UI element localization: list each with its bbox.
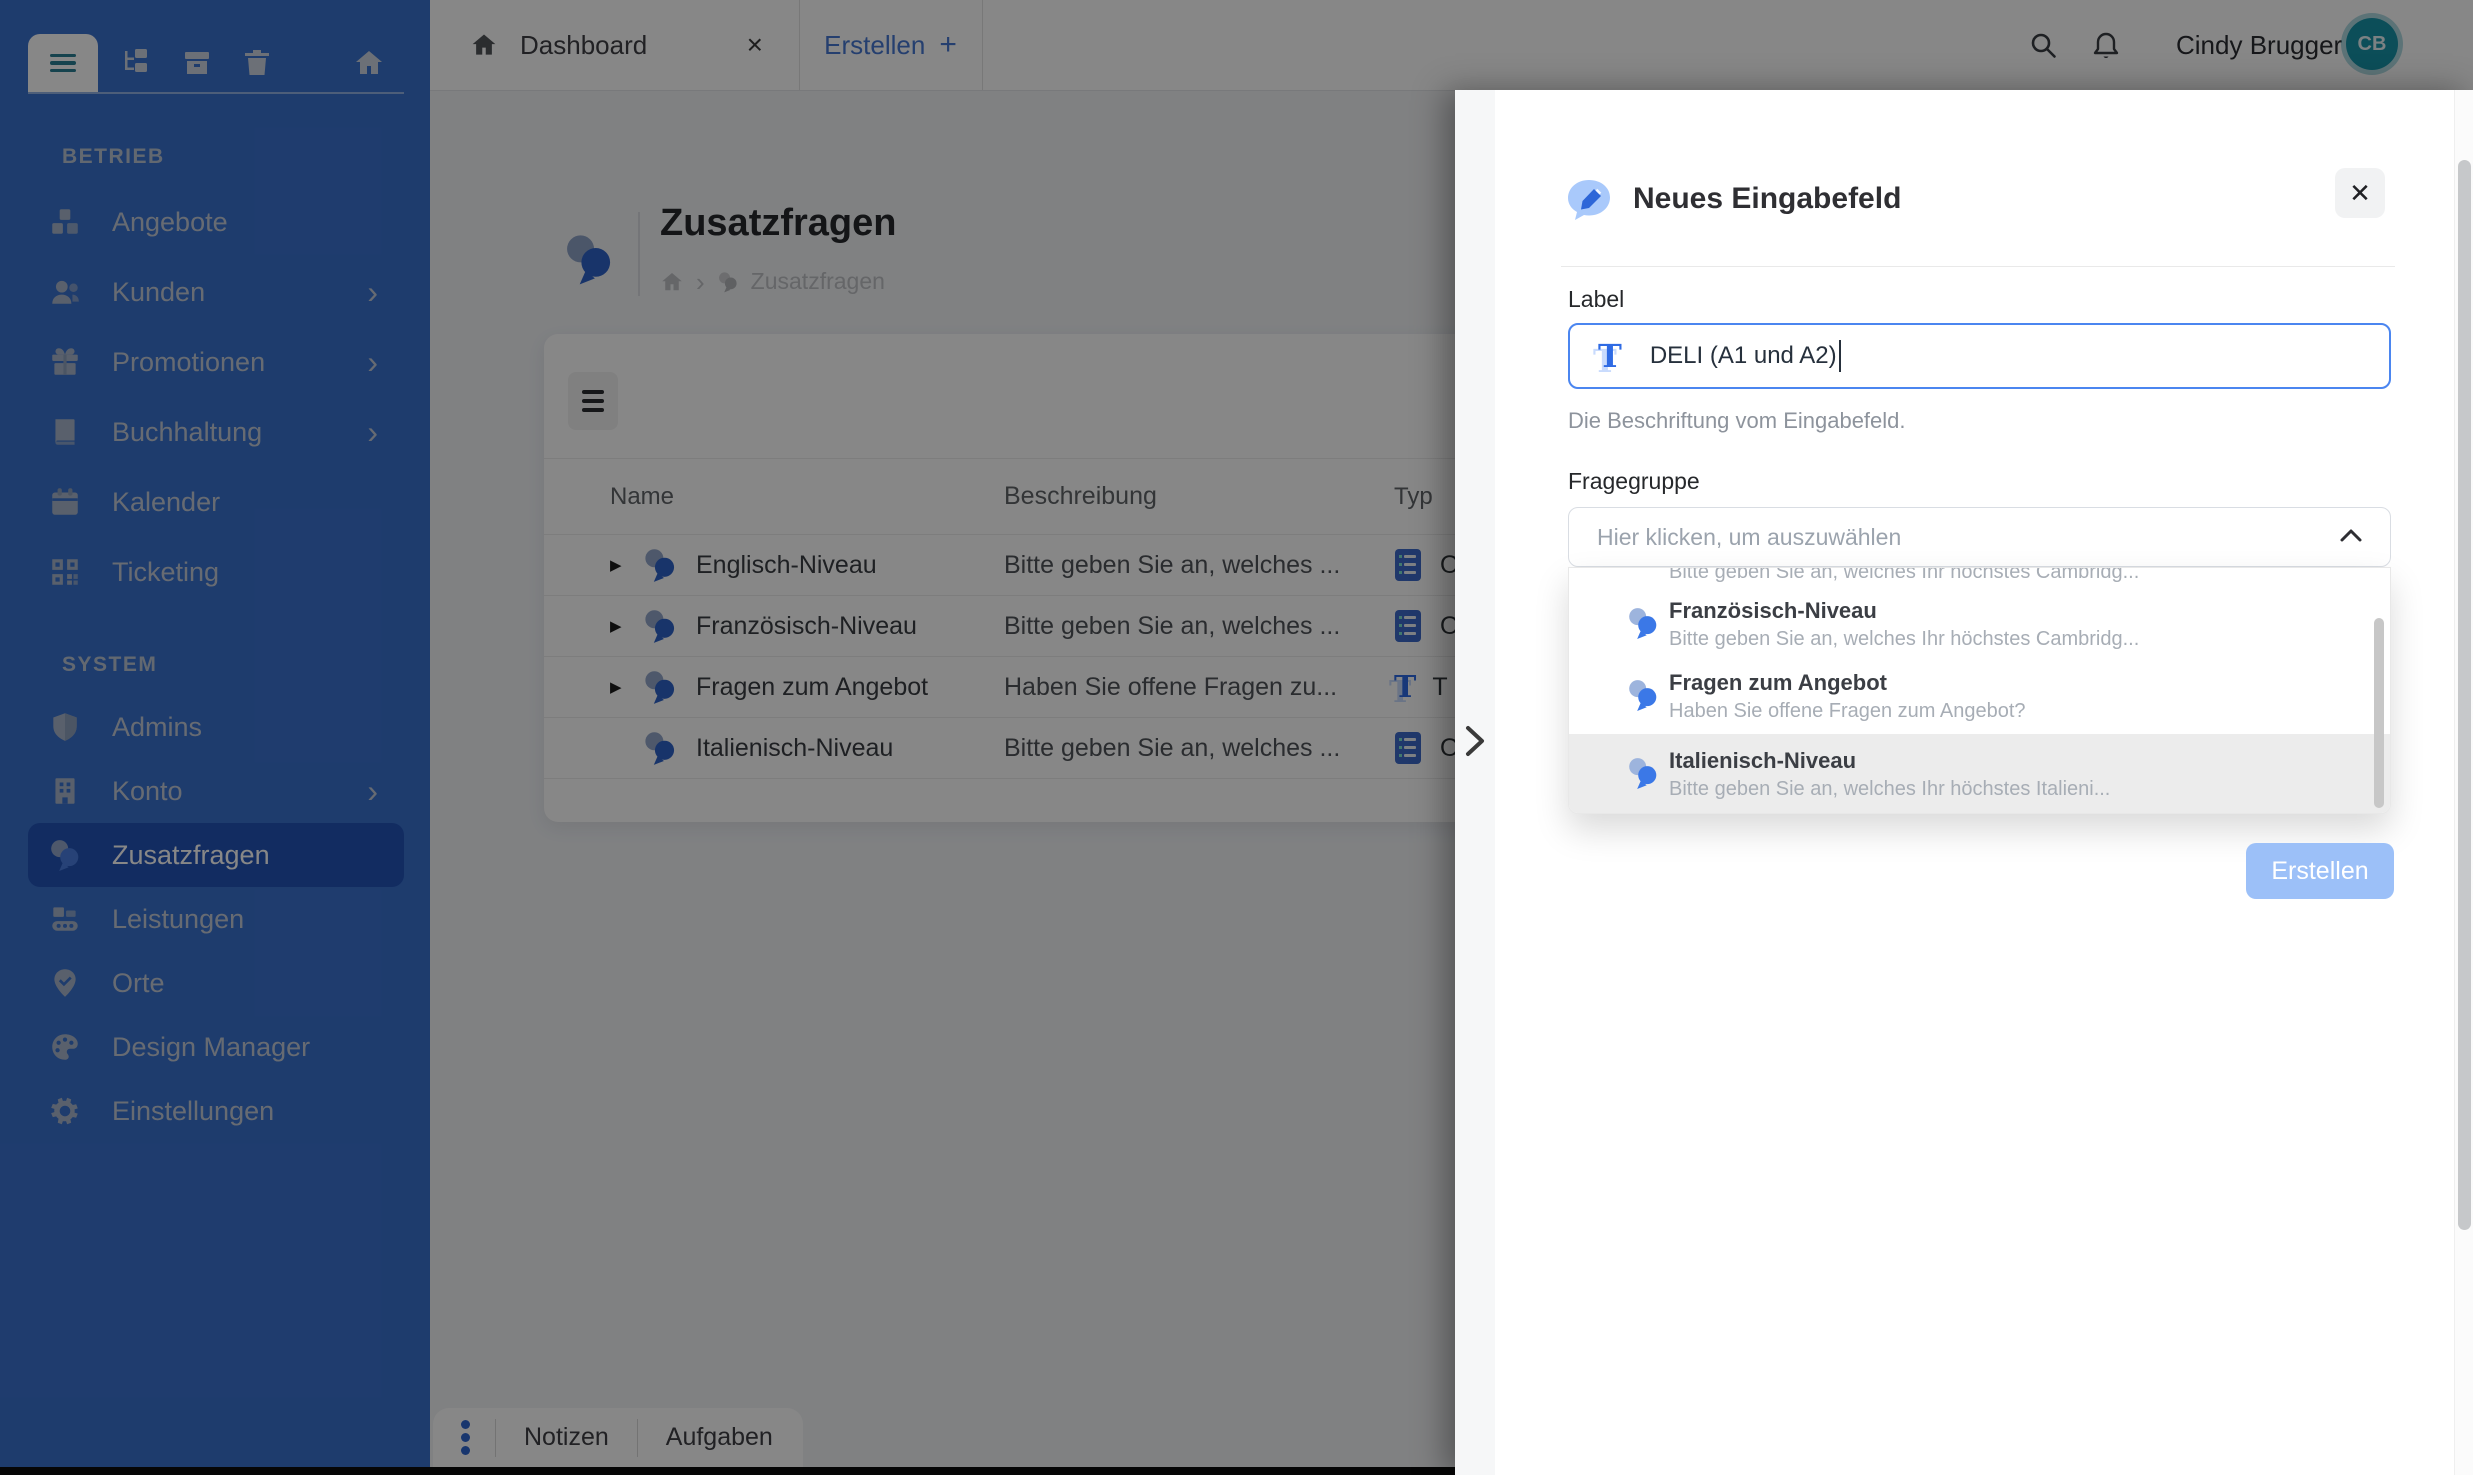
dropdown-scrollbar-thumb[interactable] xyxy=(2374,618,2384,808)
text-type-icon: T xyxy=(1598,337,1622,375)
dropdown-option-fragen-zum-angebot[interactable]: Fragen zum Angebot Haben Sie offene Frag… xyxy=(1569,662,2390,734)
fragegruppe-dropdown: Bitte geben Sie an, welches Ihr höchstes… xyxy=(1568,567,2391,814)
fragegruppe-select[interactable]: Hier klicken, um auszuwählen xyxy=(1568,507,2391,567)
label-helper-text: Die Beschriftung vom Eingabefeld. xyxy=(1568,408,1906,433)
drawer-left-gutter xyxy=(1455,90,1495,1475)
drawer-scrollbar-track[interactable] xyxy=(2454,90,2473,1475)
erstellen-button[interactable]: Erstellen xyxy=(2246,843,2394,899)
option-title: Französisch-Niveau xyxy=(1669,598,1877,623)
option-title: Fragen zum Angebot xyxy=(1669,670,1887,695)
app-window: BETRIEB Angebote Kunden › Promotionen › xyxy=(0,0,2473,1475)
option-subtitle: Bitte geben Sie an, welches Ihr höchstes… xyxy=(1669,628,2140,650)
new-input-field-drawer: Neues Eingabefeld ✕ Label T DELI (A1 und… xyxy=(1455,90,2473,1475)
dropdown-option-franzoesisch[interactable]: Französisch-Niveau Bitte geben Sie an, w… xyxy=(1569,590,2390,662)
group-field-label: Fragegruppe xyxy=(1568,468,1700,494)
chevron-right-icon xyxy=(1466,726,1484,756)
dropdown-clipped-option: Bitte geben Sie an, welches Ihr höchstes… xyxy=(1569,568,2390,590)
text-cursor xyxy=(1838,340,1841,372)
dropdown-option-italienisch[interactable]: Italienisch-Niveau Bitte geben Sie an, w… xyxy=(1569,734,2390,813)
option-title: Italienisch-Niveau xyxy=(1669,748,1857,773)
close-icon: ✕ xyxy=(2349,177,2371,208)
label-input-value: DELI (A1 und A2) xyxy=(1649,342,1837,369)
drawer-header-divider xyxy=(1561,266,2395,267)
select-placeholder: Hier klicken, um auszuwählen xyxy=(1597,523,1902,550)
chat-bubbles-icon xyxy=(1629,608,1657,639)
chat-bubbles-icon xyxy=(1629,758,1657,789)
label-field-label: Label xyxy=(1568,286,1625,312)
option-subtitle: Bitte geben Sie an, welches Ihr höchstes… xyxy=(1669,778,2111,800)
clipped-option-subtitle: Bitte geben Sie an, welches Ihr höchstes… xyxy=(1669,568,2140,583)
label-input[interactable]: T DELI (A1 und A2) xyxy=(1568,323,2391,389)
option-subtitle: Haben Sie offene Fragen zum Angebot? xyxy=(1669,700,2026,722)
close-drawer-button[interactable]: ✕ xyxy=(2335,168,2385,218)
collapse-drawer-button[interactable] xyxy=(1457,716,1493,766)
chat-edit-icon xyxy=(1568,180,1610,220)
chat-bubbles-icon xyxy=(1629,680,1657,711)
drawer-title: Neues Eingabefeld xyxy=(1633,182,1902,215)
chevron-up-icon xyxy=(2340,529,2362,542)
drawer-scrollbar-thumb[interactable] xyxy=(2457,160,2471,1230)
